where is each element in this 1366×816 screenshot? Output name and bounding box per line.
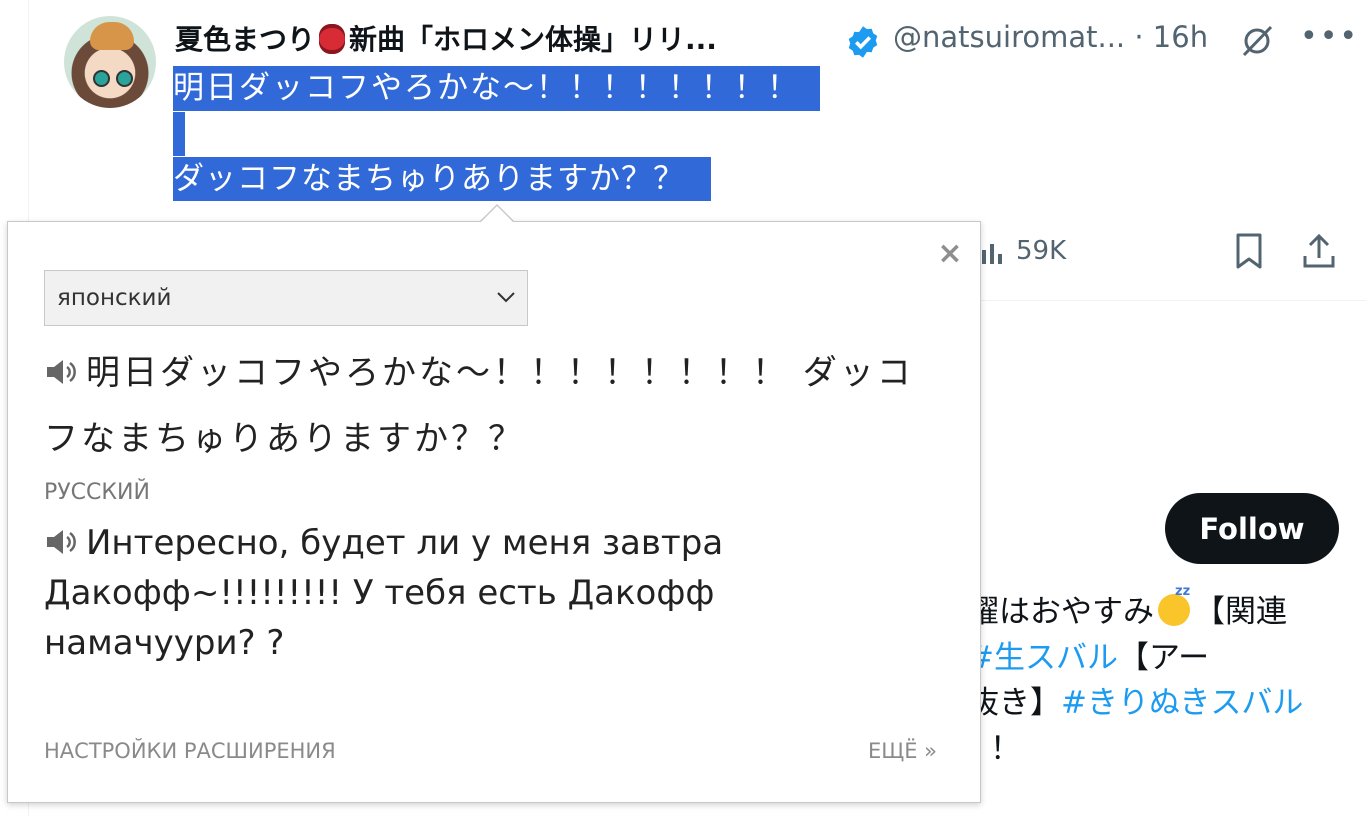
display-name[interactable]: 夏色まつり 新曲「ホロメン体操」リリ...	[175, 18, 717, 58]
close-icon[interactable]: ×	[936, 239, 964, 269]
translator-popup: × японский 明日ダッコフやろかな〜！！！！！！！！ ダッコフなまちゅり…	[7, 221, 981, 803]
verified-icon	[848, 26, 878, 58]
speaker-icon[interactable]	[44, 357, 78, 387]
bio-line: #生スバル【アー	[968, 640, 1210, 676]
translation-text: Интересно, будет ли у меня завтра Дакофф…	[44, 523, 724, 663]
source-language-value: японский	[57, 285, 172, 311]
more-icon[interactable]: •••	[1300, 22, 1357, 56]
lantern-emoji	[319, 24, 346, 54]
bio-line: 曜はおやすみ【関連	[968, 584, 1287, 631]
source-text: 明日ダッコフやろかな〜！！！！！！！！ ダッコフなまちゅりありますか？？	[44, 353, 914, 459]
grok-icon[interactable]	[1238, 22, 1276, 60]
hashtag-link[interactable]: #生スバル	[968, 640, 1118, 676]
hashtag-link[interactable]: #きりぬきスバル	[1061, 685, 1303, 721]
bookmark-icon[interactable]	[1232, 232, 1266, 270]
tweet-text-line-2: ダッコフなまちゅりありますか？？	[173, 157, 711, 201]
views-count[interactable]: 59K	[1016, 236, 1066, 266]
bio-line: ！	[990, 731, 1021, 767]
tweet-time[interactable]: · 16h	[1134, 20, 1208, 54]
views-icon[interactable]	[980, 238, 1002, 266]
target-language-label: РУССКИЙ	[44, 480, 150, 505]
avatar-dog	[90, 22, 134, 50]
handle-and-time[interactable]: @natsuiromat... · 16h	[893, 20, 1208, 54]
divider	[980, 300, 1366, 301]
extension-settings-link[interactable]: НАСТРОЙКИ РАСШИРЕНИЯ	[44, 739, 336, 763]
more-link[interactable]: ЕЩЁ »	[868, 739, 937, 763]
handle[interactable]: @natsuiromat...	[893, 20, 1125, 54]
share-icon[interactable]	[1300, 232, 1338, 270]
bio-line: 抜き】#きりぬきスバル	[968, 685, 1304, 721]
avatar[interactable]	[64, 16, 156, 108]
source-language-select[interactable]: японский	[44, 270, 528, 326]
tweet-text-blank-line	[173, 112, 185, 156]
tweet-text-line-1: 明日ダッコフやろかな〜！！！！！！！！	[173, 66, 820, 111]
sleepy-emoji	[1158, 584, 1190, 626]
chevron-down-icon	[497, 292, 515, 303]
speaker-icon[interactable]	[44, 527, 78, 557]
follow-button[interactable]: Follow	[1165, 493, 1339, 564]
